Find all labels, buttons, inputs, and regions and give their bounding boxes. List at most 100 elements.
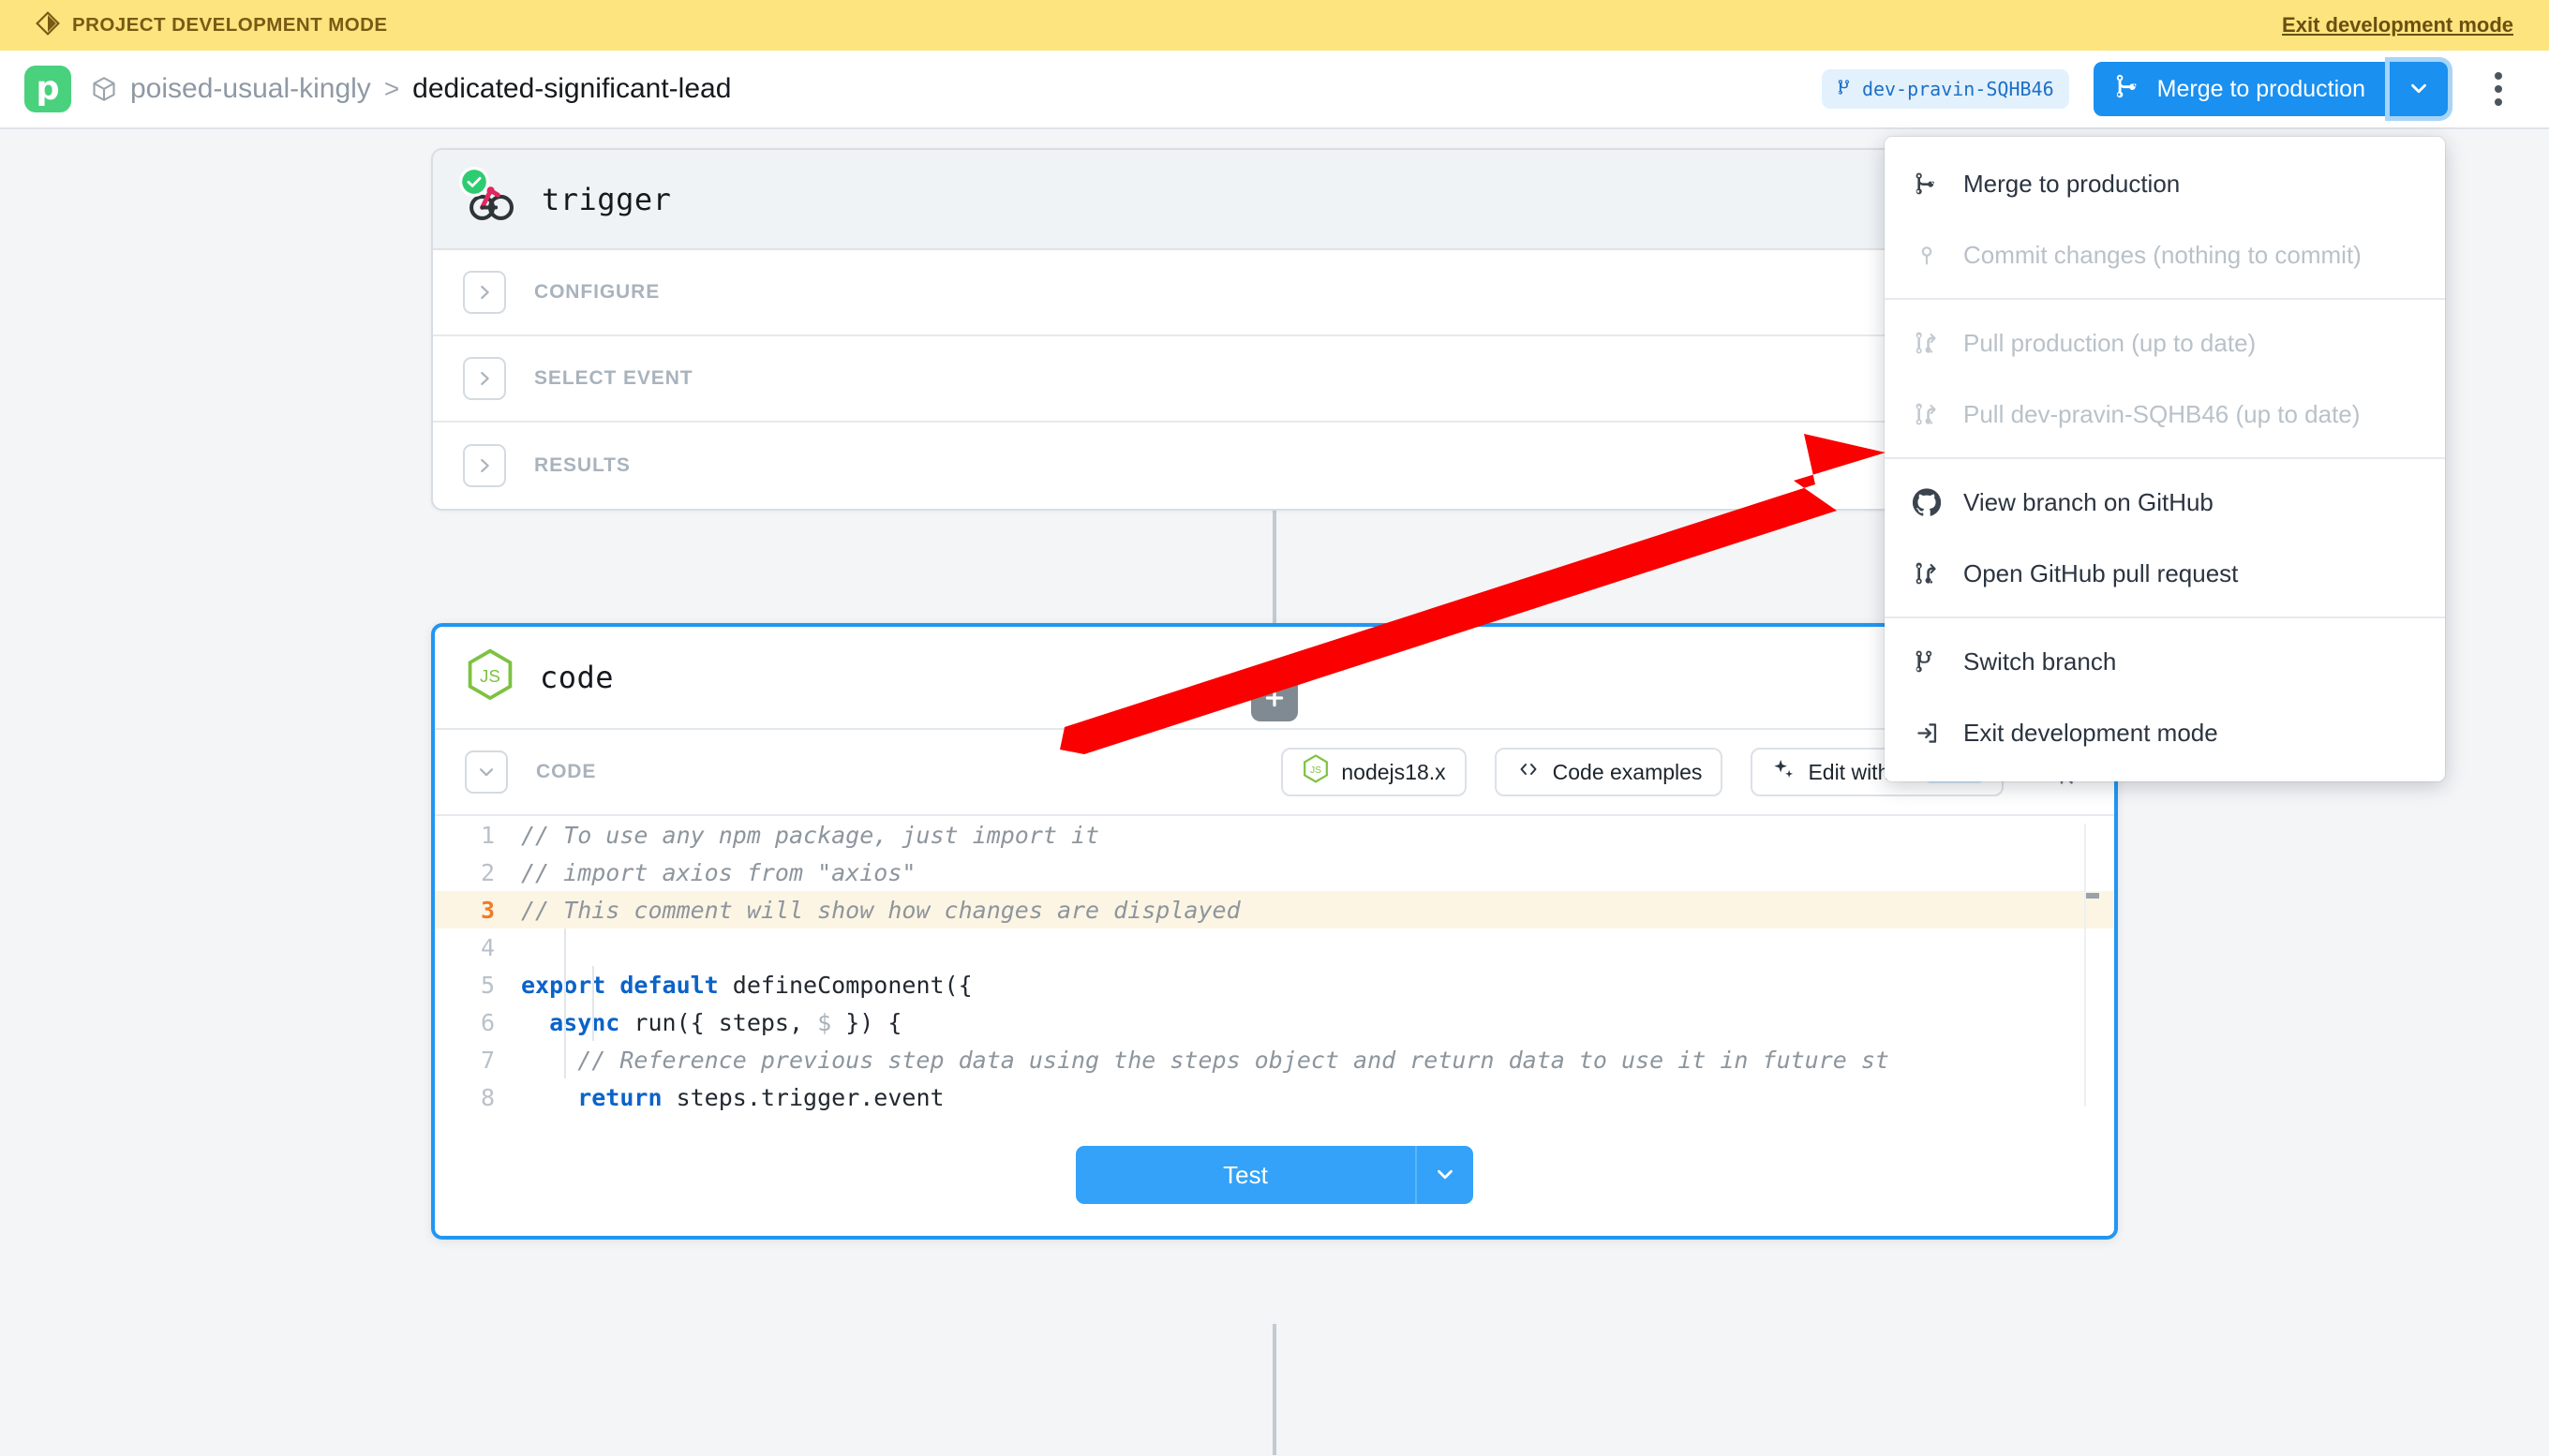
code-line[interactable]: 7 // Reference previous step data using … [435, 1041, 2114, 1078]
trigger-card-header: trigger [433, 150, 2116, 250]
indent-guide [592, 966, 594, 1041]
code-line[interactable]: 8 return steps.trigger.event [435, 1078, 2114, 1114]
dropdown-item-pull-dev-pravin-sqhb46-up-to-date: Pull dev-pravin-SQHB46 (up to date) [1885, 379, 2445, 450]
trigger-section-configure[interactable]: CONFIGURE [433, 250, 2116, 336]
code-line[interactable]: 4 [435, 929, 2114, 966]
kebab-menu-icon[interactable] [2472, 63, 2525, 115]
svg-text:JS: JS [480, 666, 500, 686]
breadcrumb-separator: > [384, 74, 399, 104]
dropdown-item-pull-production-up-to-date: Pull production (up to date) [1885, 307, 2445, 379]
line-number: 2 [435, 859, 521, 886]
trigger-section-label: RESULTS [534, 454, 631, 477]
header-actions: dev-pravin-SQHB46 Merge to production [1822, 62, 2525, 116]
chevron-right-icon[interactable] [463, 444, 506, 487]
dropdown-item-switch-branch[interactable]: Switch branch [1885, 626, 2445, 697]
merge-icon [2114, 72, 2142, 107]
code-toolbar: CODE JS nodejs18.x Code examples [435, 730, 2114, 816]
line-number: 8 [435, 1084, 521, 1111]
runtime-version-button[interactable]: JS nodejs18.x [1281, 748, 1466, 796]
dropdown-item-exit-development-mode[interactable]: Exit development mode [1885, 697, 2445, 768]
chevron-down-icon [2407, 76, 2431, 103]
test-dropdown-toggle[interactable] [1415, 1146, 1473, 1204]
chevron-right-icon[interactable] [463, 271, 506, 314]
exit-icon [1911, 720, 1943, 747]
line-number: 7 [435, 1047, 521, 1074]
code-examples-button[interactable]: Code examples [1495, 748, 1723, 796]
add-step-button[interactable] [1251, 675, 1298, 721]
exit-development-mode-link[interactable]: Exit development mode [2282, 13, 2513, 37]
code-line[interactable]: 5export default defineComponent({ [435, 966, 2114, 1003]
code-lines-container: 1// To use any npm package, just import … [435, 816, 2114, 1114]
test-button[interactable]: Test [1076, 1146, 1415, 1204]
current-branch-label: dev-pravin-SQHB46 [1862, 78, 2054, 100]
dropdown-item-label: Merge to production [1963, 170, 2180, 199]
development-mode-banner-left: PROJECT DEVELOPMENT MODE [36, 11, 388, 40]
breadcrumb-current-workflow[interactable]: dedicated-significant-lead [412, 73, 731, 105]
line-number: 4 [435, 934, 521, 961]
line-number: 1 [435, 822, 521, 849]
trigger-step-card[interactable]: trigger CONFIGURE SELECT EVENT RESULTS [431, 148, 2118, 511]
pull-request-icon [1911, 401, 1943, 427]
trigger-card-title: trigger [542, 182, 671, 217]
dropdown-item-label: Exit development mode [1963, 719, 2218, 748]
dropdown-item-view-branch-on-github[interactable]: View branch on GitHub [1885, 467, 2445, 538]
trigger-section-select-event[interactable]: SELECT EVENT [433, 336, 2116, 423]
connector-line-below-code [1273, 1324, 1276, 1455]
development-mode-label: PROJECT DEVELOPMENT MODE [72, 14, 388, 37]
trigger-section-results[interactable]: RESULTS [433, 423, 2116, 509]
code-editor[interactable]: 1// To use any npm package, just import … [435, 816, 2114, 1114]
ruler-change-marker [2086, 893, 2099, 899]
code-line-text: // Reference previous step data using th… [521, 1047, 1889, 1074]
dropdown-item-merge-to-production[interactable]: Merge to production [1885, 148, 2445, 219]
dropdown-item-commit-changes-nothing-to-commit: Commit changes (nothing to commit) [1885, 219, 2445, 290]
pipedream-logo[interactable]: p [24, 66, 71, 112]
merge-to-production-label: Merge to production [2157, 76, 2365, 103]
diamond-split-icon [36, 11, 60, 40]
nodejs-icon: JS [465, 648, 515, 707]
dropdown-separator [1885, 298, 2445, 300]
code-line-text: // import axios from "axios" [521, 859, 916, 886]
trigger-section-label: CONFIGURE [534, 281, 660, 304]
trigger-section-label: SELECT EVENT [534, 367, 693, 390]
dropdown-item-label: Commit changes (nothing to commit) [1963, 241, 2362, 270]
dropdown-item-label: Pull dev-pravin-SQHB46 (up to date) [1963, 400, 2360, 429]
code-line[interactable]: 1// To use any npm package, just import … [435, 816, 2114, 854]
chevron-down-icon [1433, 1162, 1457, 1189]
commit-icon [1911, 242, 1943, 268]
check-circle-icon [459, 167, 489, 197]
merge-dropdown-menu[interactable]: Merge to production Commit changes (nothi… [1885, 137, 2445, 781]
runtime-version-label: nodejs18.x [1341, 760, 1445, 785]
dropdown-separator [1885, 617, 2445, 618]
dropdown-item-label: Open GitHub pull request [1963, 559, 2238, 588]
dropdown-item-open-github-pull-request[interactable]: Open GitHub pull request [1885, 538, 2445, 609]
branch-icon [1911, 648, 1943, 675]
github-icon [1911, 488, 1943, 516]
dropdown-separator [1885, 457, 2445, 459]
merge-icon [1911, 171, 1943, 197]
nodejs-icon: JS [1302, 754, 1330, 790]
code-line[interactable]: 3// This comment will show how changes a… [435, 891, 2114, 929]
chevron-down-icon[interactable] [465, 750, 508, 794]
indent-guide [564, 929, 566, 1078]
merge-dropdown-toggle[interactable] [2390, 62, 2448, 116]
development-mode-banner: PROJECT DEVELOPMENT MODE Exit developmen… [0, 0, 2549, 51]
code-line[interactable]: 6 async run({ steps, $ }) { [435, 1003, 2114, 1041]
code-card-footer: Test [435, 1114, 2114, 1236]
connector-line-bottom [1273, 532, 1276, 635]
editor-overview-ruler[interactable] [2084, 824, 2097, 1107]
chevron-right-icon[interactable] [463, 357, 506, 400]
dropdown-item-label: View branch on GitHub [1963, 488, 2214, 517]
line-number: 6 [435, 1009, 521, 1036]
code-line[interactable]: 2// import axios from "axios" [435, 854, 2114, 891]
breadcrumb-project[interactable]: poised-usual-kingly [130, 73, 371, 105]
pipedream-trigger-icon [463, 172, 517, 227]
cube-icon [90, 75, 118, 103]
current-branch-pill[interactable]: dev-pravin-SQHB46 [1822, 69, 2069, 109]
code-line-text: return steps.trigger.event [521, 1084, 945, 1111]
merge-to-production-button[interactable]: Merge to production [2094, 62, 2390, 116]
code-line-text: async run({ steps, $ }) { [521, 1009, 902, 1036]
merge-button-group: Merge to production [2094, 62, 2448, 116]
sparkles-icon [1771, 757, 1796, 788]
code-card-title: code [540, 660, 614, 695]
branch-icon [1837, 77, 1855, 102]
